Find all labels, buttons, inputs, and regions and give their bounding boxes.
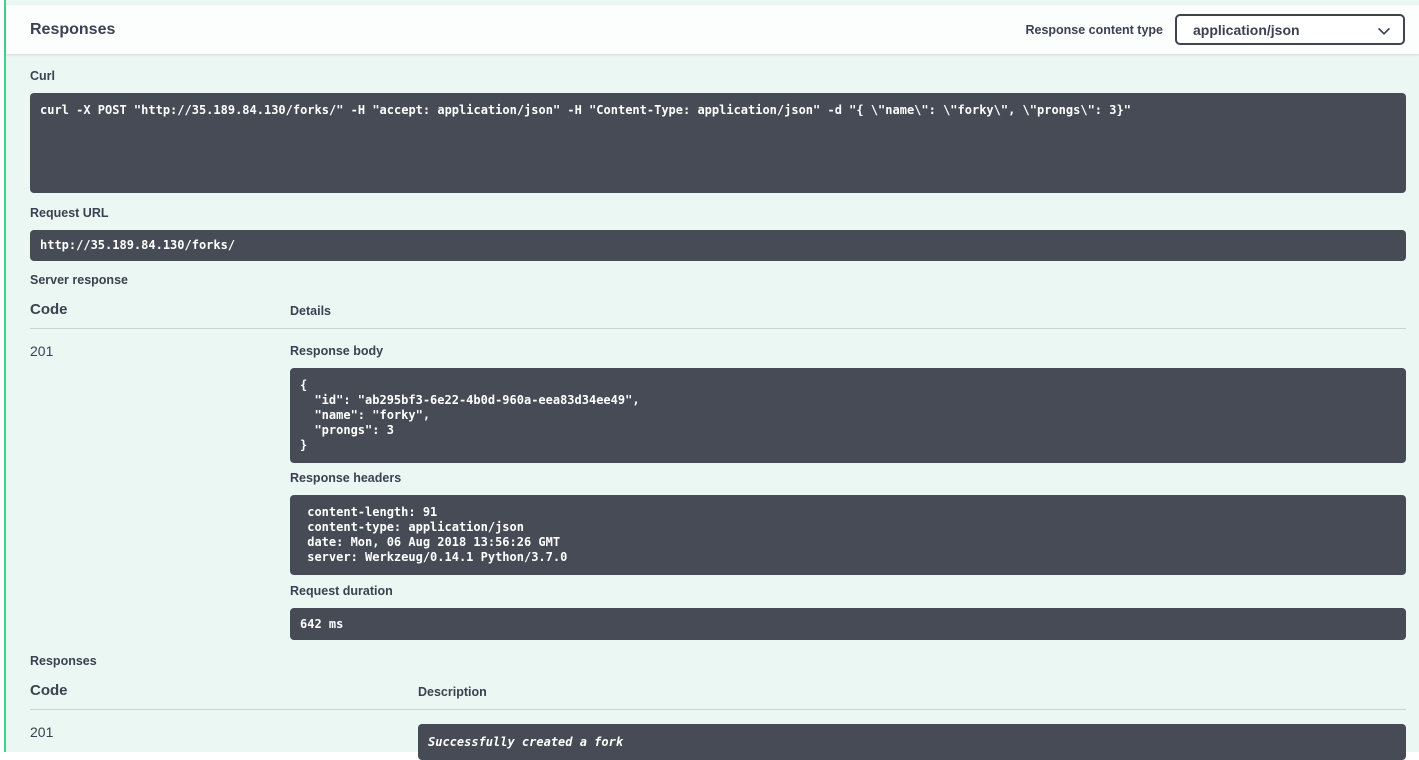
post-operation-panel: Responses Response content type applicat… xyxy=(4,0,1419,752)
documented-response-code: 201 xyxy=(30,722,418,740)
documented-responses-title: Responses xyxy=(30,654,1406,668)
code-column-header: Code xyxy=(30,301,290,318)
documented-responses-table: Code Description 201 Successfully create… xyxy=(30,682,1406,760)
responses-section-title: Responses xyxy=(30,21,115,39)
response-content-type-wrap: Response content type application/json xyxy=(1025,14,1405,45)
server-response-table: Code Details 201 Response body { "id": "… xyxy=(30,301,1406,652)
response-headers-block: content-length: 91 content-type: applica… xyxy=(290,495,1406,575)
chevron-down-icon xyxy=(1377,24,1391,43)
description-column-header: Description xyxy=(418,685,1406,699)
documented-response-row: 201 Successfully created a fork xyxy=(30,710,1406,760)
server-response-table-head: Code Details xyxy=(30,301,1406,329)
server-response-row: 201 Response body { "id": "ab295bf3-6e22… xyxy=(30,329,1406,652)
server-response-title: Server response xyxy=(30,273,1406,287)
response-content-type-label: Response content type xyxy=(1025,23,1163,37)
request-url-block: http://35.189.84.130/forks/ xyxy=(30,230,1406,261)
responses-section-header: Responses Response content type applicat… xyxy=(6,5,1419,54)
code-column-header: Code xyxy=(30,682,418,699)
request-duration-block: 642 ms xyxy=(290,608,1406,640)
server-response-details: Response body { "id": "ab295bf3-6e22-4b0… xyxy=(290,341,1406,652)
responses-body: Curl curl -X POST "http://35.189.84.130/… xyxy=(6,54,1419,760)
response-content-type-select[interactable]: application/json xyxy=(1175,14,1405,45)
server-response-status-code: 201 xyxy=(30,341,290,359)
curl-label: Curl xyxy=(30,69,1406,83)
response-body-label: Response body xyxy=(290,344,1406,358)
documented-responses-table-head: Code Description xyxy=(30,682,1406,710)
request-url-label: Request URL xyxy=(30,206,1406,220)
response-content-type-value: application/json xyxy=(1193,22,1300,38)
request-duration-label: Request duration xyxy=(290,584,1406,598)
curl-command-block: curl -X POST "http://35.189.84.130/forks… xyxy=(30,93,1406,193)
details-column-header: Details xyxy=(290,304,1406,318)
response-headers-label: Response headers xyxy=(290,471,1406,485)
documented-response-description-cell: Successfully created a fork xyxy=(418,722,1406,760)
response-body-block: { "id": "ab295bf3-6e22-4b0d-960a-eea83d3… xyxy=(290,368,1406,463)
response-description-block: Successfully created a fork xyxy=(418,724,1406,760)
